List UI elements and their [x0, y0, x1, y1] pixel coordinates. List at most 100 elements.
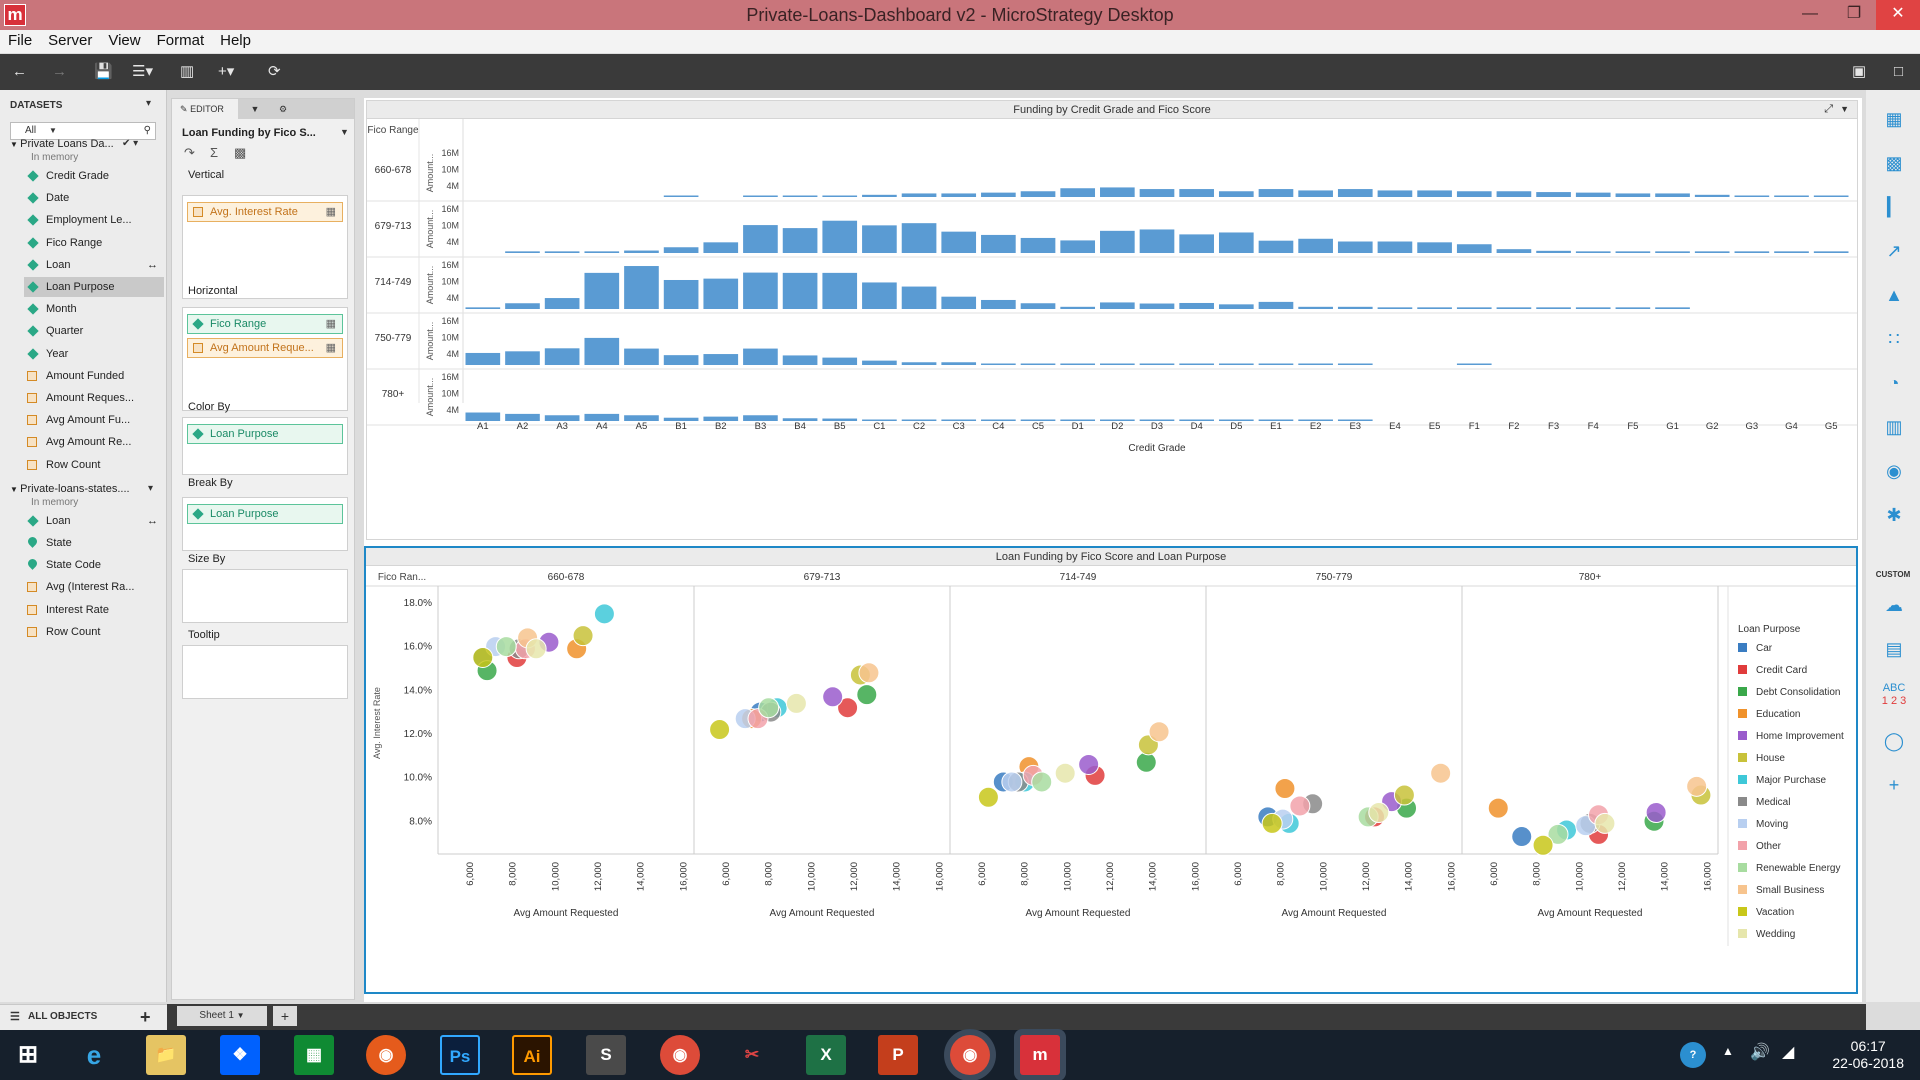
scatter-point[interactable] — [1594, 812, 1616, 834]
sublime-text-icon[interactable]: S — [586, 1035, 626, 1075]
bubble-chart-icon[interactable]: ∷ — [1878, 324, 1910, 354]
bar[interactable] — [1615, 193, 1651, 197]
bar[interactable] — [465, 307, 501, 309]
bar[interactable] — [1615, 307, 1651, 309]
bar[interactable] — [1774, 195, 1809, 198]
scatter-point[interactable] — [1393, 784, 1415, 806]
bar[interactable] — [862, 194, 897, 197]
bar[interactable] — [663, 355, 699, 365]
scatter-point[interactable] — [1368, 802, 1390, 824]
scatter-point[interactable] — [1511, 826, 1533, 848]
drop-zone[interactable] — [182, 569, 348, 623]
excel-icon[interactable]: X — [806, 1035, 846, 1075]
illustrator-icon[interactable]: Ai — [512, 1035, 552, 1075]
bar[interactable] — [584, 251, 620, 253]
bar[interactable] — [1496, 191, 1532, 197]
bar[interactable] — [703, 354, 739, 365]
bar[interactable] — [1258, 189, 1294, 197]
bar[interactable] — [1060, 240, 1096, 253]
bar[interactable] — [1536, 307, 1571, 309]
maximize-icon[interactable]: ❐ — [1832, 0, 1876, 30]
editor-viz-title[interactable]: Loan Funding by Fico S... — [182, 127, 316, 139]
back-arrow-icon[interactable]: ← — [12, 62, 27, 82]
bar[interactable] — [901, 286, 937, 309]
line-chart-icon[interactable]: ↗ — [1878, 236, 1910, 266]
bar[interactable] — [1337, 306, 1373, 309]
bar[interactable] — [901, 362, 937, 365]
bar[interactable] — [981, 234, 1016, 253]
bar[interactable] — [703, 278, 739, 309]
drop-zone[interactable]: Loan Purpose — [182, 417, 348, 475]
dataset-object-item[interactable]: Date — [24, 188, 164, 208]
refresh-icon[interactable]: ⟳ — [268, 62, 281, 82]
menu-help[interactable]: Help — [212, 30, 259, 52]
snipping-tool-icon[interactable]: ✂ — [732, 1035, 772, 1075]
bar[interactable] — [1536, 192, 1571, 197]
bar[interactable] — [862, 225, 897, 253]
microstrategy-taskbar-icon[interactable]: m — [1020, 1035, 1060, 1075]
all-objects-button[interactable]: ☰ ALL OBJECTS + — [0, 1004, 167, 1030]
gear-icon[interactable]: ⚙ — [272, 99, 294, 119]
bar[interactable] — [1218, 304, 1254, 309]
visualization-funding-by-grade[interactable]: Funding by Credit Grade and Fico Score ⤢… — [366, 100, 1858, 540]
bar[interactable] — [1456, 363, 1492, 366]
system-clock[interactable]: 06:17 22-06-2018 — [1832, 1038, 1904, 1072]
sum-icon[interactable]: Σ — [210, 145, 218, 160]
menu-file[interactable]: File — [0, 30, 40, 52]
scatter-point[interactable] — [1135, 751, 1157, 773]
datasets-menu-icon[interactable]: ▾ — [146, 98, 151, 109]
drop-zone-pill[interactable]: Avg. Interest Rate ▦ — [187, 202, 343, 222]
kpi-widget-icon[interactable]: ABC 1 2 3 — [1878, 682, 1910, 708]
bar[interactable] — [1218, 232, 1254, 253]
bar[interactable] — [981, 192, 1016, 197]
dataset-object-item[interactable]: Loan Purpose — [24, 277, 164, 297]
bar[interactable] — [1417, 307, 1452, 309]
bar[interactable] — [1060, 363, 1096, 366]
menu-server[interactable]: Server — [40, 30, 100, 52]
visualization-loan-funding-scatter[interactable]: Loan Funding by Fico Score and Loan Purp… — [364, 546, 1858, 994]
bar[interactable] — [1020, 363, 1056, 366]
dataset-object-item[interactable]: Month — [24, 299, 164, 319]
menu-view[interactable]: View — [100, 30, 148, 52]
bar[interactable] — [1218, 191, 1254, 197]
minimize-icon[interactable]: — — [1788, 0, 1832, 30]
bar[interactable] — [1337, 189, 1373, 197]
bar[interactable] — [1100, 187, 1135, 197]
dataset-object-item[interactable]: Loan ↔ — [24, 511, 164, 531]
dataset-object-item[interactable]: Avg Amount Re... — [24, 432, 164, 452]
drop-zone-pill[interactable]: Fico Range ▦ — [187, 314, 343, 334]
scatter-point[interactable] — [1686, 775, 1708, 797]
present-icon[interactable]: ▣ — [1852, 62, 1866, 82]
bar[interactable] — [1298, 363, 1333, 366]
scatter-point[interactable] — [1645, 802, 1667, 824]
bar[interactable] — [624, 250, 659, 253]
dataset-object-item[interactable]: Avg Amount Fu... — [24, 410, 164, 430]
add-dataset-icon[interactable]: + — [140, 1005, 151, 1029]
bar[interactable] — [1655, 193, 1690, 197]
bar[interactable] — [1575, 192, 1611, 197]
bar[interactable] — [1139, 303, 1175, 309]
dataset-object-item[interactable]: Loan ↔ — [24, 255, 164, 275]
bar[interactable] — [822, 272, 858, 309]
bar[interactable] — [1774, 251, 1809, 253]
powerpoint-icon[interactable]: P — [878, 1035, 918, 1075]
bar[interactable] — [544, 298, 580, 309]
bar[interactable] — [663, 195, 699, 198]
dataset-object-item[interactable]: Credit Grade — [24, 166, 164, 186]
combo-chart-icon[interactable]: ▥ — [1878, 412, 1910, 442]
dataset-object-item[interactable]: Row Count — [24, 622, 164, 642]
bar[interactable] — [822, 195, 858, 198]
bar[interactable] — [1655, 307, 1690, 309]
dataset-object-item[interactable]: Avg (Interest Ra... — [24, 577, 164, 597]
chevron-down-icon[interactable]: ▼ — [1840, 104, 1849, 114]
scatter-point[interactable] — [785, 692, 807, 714]
bar[interactable] — [782, 195, 818, 198]
scatter-point[interactable] — [1054, 762, 1076, 784]
bar[interactable] — [1139, 229, 1175, 253]
bar[interactable] — [1615, 251, 1651, 253]
bar[interactable] — [1060, 306, 1096, 309]
bar[interactable] — [1734, 251, 1770, 253]
forward-arrow-icon[interactable]: → — [52, 62, 67, 82]
bar[interactable] — [941, 362, 977, 365]
bar[interactable] — [1258, 240, 1294, 253]
